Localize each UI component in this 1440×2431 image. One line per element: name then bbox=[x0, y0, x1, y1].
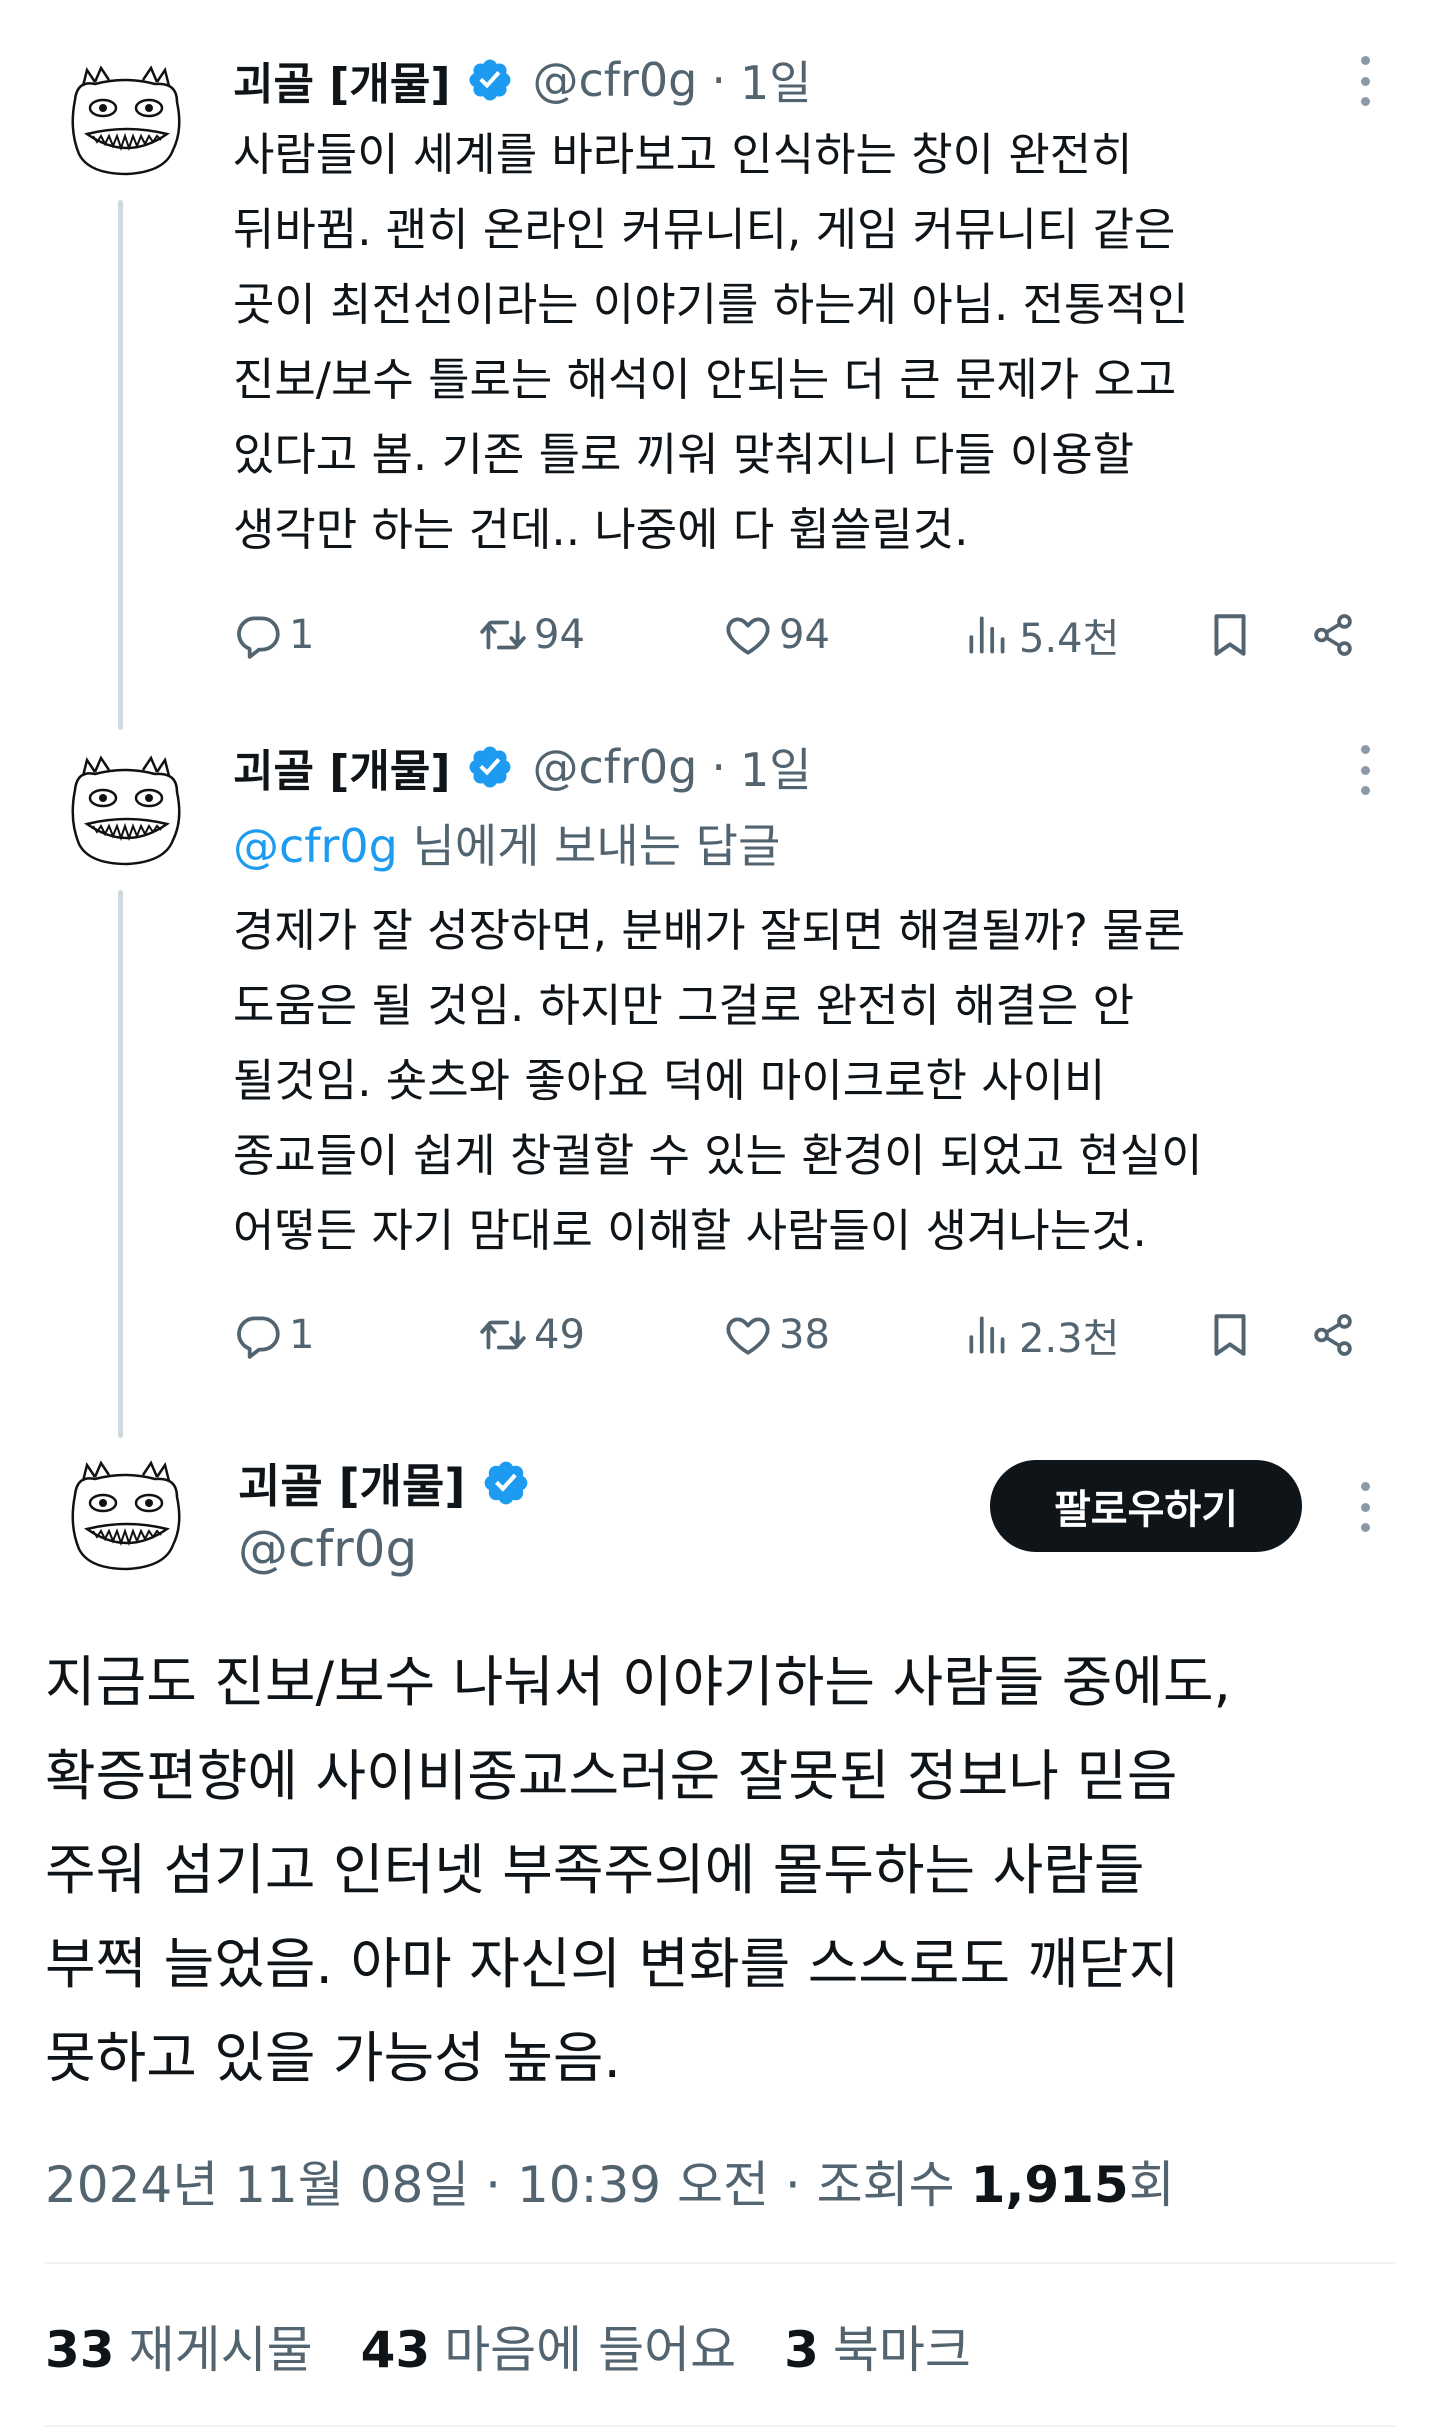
repost-count: 49 bbox=[534, 1312, 585, 1358]
main-tweet-text: 지금도 진보/보수 나눠서 이야기하는 사람들 중에도, 확증편향에 사이비종교… bbox=[45, 1650, 1232, 2090]
reply-count: 1 bbox=[289, 1312, 315, 1358]
author-handle[interactable]: @cfr0g bbox=[238, 1520, 417, 1578]
author-name[interactable]: 괴골 [개물] bbox=[233, 735, 450, 799]
likes-label: 마음에 들어요 bbox=[444, 2321, 737, 2379]
like-button[interactable]: 38 bbox=[723, 1305, 830, 1365]
reposts-count: 33 bbox=[45, 2321, 115, 2379]
avatar-doodle bbox=[55, 740, 197, 882]
thread-line bbox=[118, 890, 123, 1438]
repost-button[interactable]: 94 bbox=[478, 605, 585, 665]
views-icon bbox=[963, 1310, 1013, 1360]
tweet-text: 사람들이 세계를 바라보고 인식하는 창이 완전히 뒤바뀜. 괜히 온라인 커뮤… bbox=[233, 128, 1189, 556]
reposts-label: 재게시물 bbox=[128, 2321, 313, 2379]
views-button[interactable]: 5.4천 bbox=[963, 605, 1119, 665]
avatar[interactable] bbox=[55, 740, 197, 882]
author-name[interactable]: 괴골 [개물] bbox=[233, 48, 450, 112]
meta-separator: · bbox=[768, 2156, 817, 2214]
repost-icon bbox=[478, 1310, 528, 1360]
tweet-date[interactable]: 2024년 11월 08일 bbox=[45, 2156, 469, 2214]
repost-button[interactable]: 49 bbox=[478, 1305, 585, 1365]
engagement-stats: 33 재게시물 43 마음에 들어요 3 북마크 bbox=[45, 2310, 1019, 2382]
share-button[interactable] bbox=[1308, 605, 1358, 665]
views-count: 2.3천 bbox=[1019, 1316, 1120, 1362]
bookmarks-count: 3 bbox=[784, 2321, 819, 2379]
more-icon[interactable] bbox=[1355, 745, 1375, 795]
share-button[interactable] bbox=[1308, 1305, 1358, 1365]
reply-count: 1 bbox=[289, 612, 315, 658]
bookmark-icon bbox=[1205, 1310, 1255, 1360]
avatar[interactable] bbox=[55, 1445, 197, 1587]
bookmark-button[interactable] bbox=[1205, 1305, 1255, 1365]
share-icon bbox=[1308, 610, 1358, 660]
like-count: 94 bbox=[779, 612, 830, 658]
divider bbox=[45, 2425, 1395, 2427]
repost-icon bbox=[478, 610, 528, 660]
reply-icon bbox=[233, 1310, 283, 1360]
tweet-time[interactable]: 1일 bbox=[740, 47, 812, 113]
separator: · bbox=[711, 53, 726, 107]
bookmark-icon bbox=[1205, 610, 1255, 660]
tweet-text: 경제가 잘 성장하면, 분배가 잘되면 해결될까? 물론 도움은 될 것임. 하… bbox=[233, 904, 1203, 1257]
views-icon bbox=[963, 610, 1013, 660]
reply-icon bbox=[233, 610, 283, 660]
likes-count: 43 bbox=[360, 2321, 431, 2379]
main-author-header: 괴골 [개물] bbox=[238, 1450, 531, 1516]
bookmarks-label: 북마크 bbox=[832, 2321, 971, 2379]
meta-separator: · bbox=[469, 2156, 517, 2214]
tweet-meta: 2024년 11월 08일 · 10:39 오전 · 조회수 1,915회 bbox=[45, 2145, 1175, 2217]
author-handle[interactable]: @cfr0g bbox=[532, 53, 697, 107]
reply-context: @cfr0g 님에게 보내는 답글 bbox=[233, 810, 780, 876]
more-icon[interactable] bbox=[1355, 1482, 1375, 1532]
reply-button[interactable]: 1 bbox=[233, 605, 314, 665]
share-icon bbox=[1308, 1310, 1358, 1360]
verified-badge-icon[interactable] bbox=[466, 743, 514, 791]
views-label: 조회수 bbox=[816, 2156, 971, 2214]
tweet-actions: 1 49 38 2.3천 bbox=[233, 1305, 1378, 1365]
avatar-doodle bbox=[55, 1445, 197, 1587]
tweet-actions: 1 94 94 5.4천 bbox=[233, 605, 1378, 665]
thread-line bbox=[118, 200, 123, 730]
reposts-stat[interactable]: 33 재게시물 bbox=[45, 2310, 313, 2382]
avatar-doodle bbox=[55, 50, 197, 192]
reply-mention-link[interactable]: @cfr0g bbox=[233, 819, 398, 873]
author-handle[interactable]: @cfr0g bbox=[532, 740, 697, 794]
bookmark-button[interactable] bbox=[1205, 605, 1255, 665]
tweet-header: 괴골 [개물] @cfr0g · 1일 bbox=[233, 735, 812, 799]
views-suffix: 회 bbox=[1128, 2156, 1175, 2214]
follow-button[interactable]: 팔로우하기 bbox=[990, 1460, 1302, 1552]
reply-button[interactable]: 1 bbox=[233, 1305, 314, 1365]
like-icon bbox=[723, 1310, 773, 1360]
bookmarks-stat[interactable]: 3 북마크 bbox=[784, 2310, 971, 2382]
repost-count: 94 bbox=[534, 612, 585, 658]
tweet-time[interactable]: 1일 bbox=[740, 734, 812, 800]
more-icon[interactable] bbox=[1355, 56, 1375, 106]
tweet-time[interactable]: 10:39 오전 bbox=[517, 2156, 769, 2214]
reply-context-label: 님에게 보내는 답글 bbox=[397, 819, 781, 873]
likes-stat[interactable]: 43 마음에 들어요 bbox=[361, 2310, 737, 2382]
verified-badge-icon[interactable] bbox=[466, 56, 514, 104]
views-count: 5.4천 bbox=[1019, 616, 1120, 662]
like-icon bbox=[723, 610, 773, 660]
views-count: 1,915 bbox=[970, 2156, 1129, 2214]
like-button[interactable]: 94 bbox=[723, 605, 830, 665]
divider bbox=[45, 2262, 1395, 2264]
like-count: 38 bbox=[779, 1312, 830, 1358]
avatar[interactable] bbox=[55, 50, 197, 192]
separator: · bbox=[711, 740, 726, 794]
verified-badge-icon[interactable] bbox=[481, 1458, 531, 1508]
author-name[interactable]: 괴골 [개물] bbox=[238, 1450, 465, 1516]
tweet-header: 괴골 [개물] @cfr0g · 1일 bbox=[233, 48, 812, 112]
views-button[interactable]: 2.3천 bbox=[963, 1305, 1119, 1365]
